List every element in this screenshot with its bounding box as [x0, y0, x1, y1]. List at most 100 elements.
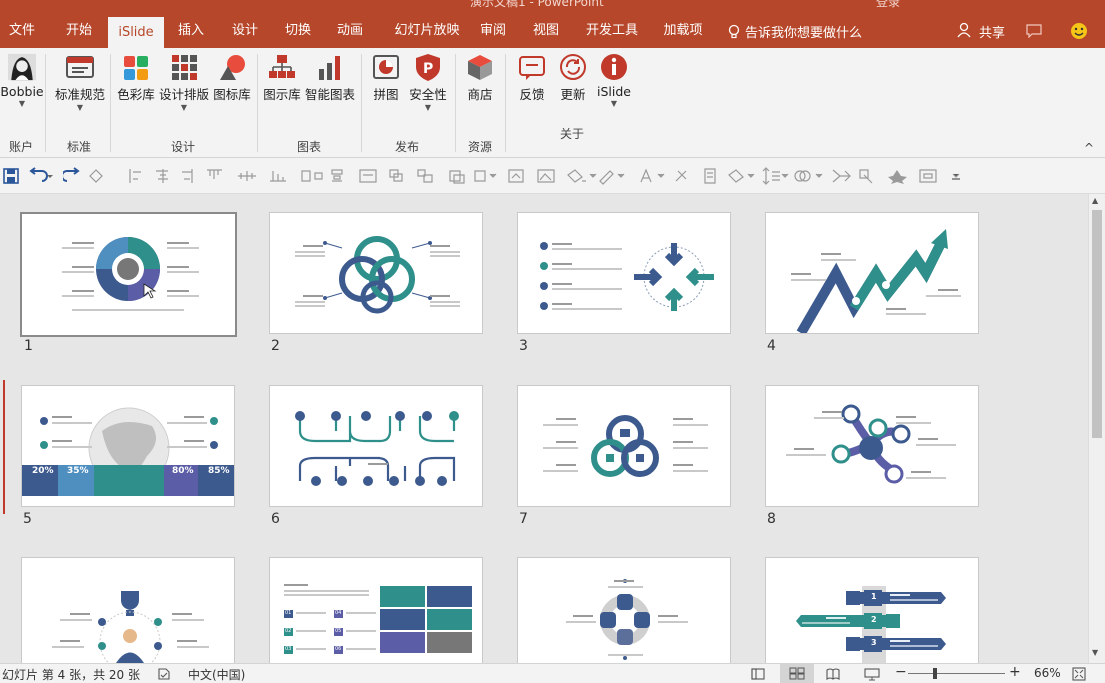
feedback-label: 反馈	[519, 87, 545, 102]
slide-sorter-view-active[interactable]	[780, 664, 814, 683]
store-label: 商店	[467, 87, 493, 102]
puzzle-label: 拼图	[373, 87, 399, 102]
refresh-icon	[560, 54, 586, 80]
ribbon-tabs: 文件 开始 iSlide 插入 设计 切换 动画 幻灯片放映 审阅 视图 开发工…	[0, 10, 1105, 48]
step-number: 3	[871, 638, 877, 647]
security-button[interactable]: P 安全性 ▼	[408, 52, 448, 113]
standard-spec-button[interactable]: 标准规范 ▼	[52, 52, 108, 113]
info-icon	[601, 54, 627, 80]
svg-text:P: P	[423, 61, 433, 77]
redo-icon[interactable]	[63, 167, 81, 185]
avatar-icon	[8, 53, 36, 81]
zoom-slider-track[interactable]	[908, 673, 1005, 674]
login-link[interactable]: 登录	[876, 0, 900, 10]
stat-percent: 35%	[67, 466, 89, 476]
zoom-slider-thumb[interactable]	[933, 668, 937, 679]
stat-percent: 85%	[208, 466, 230, 476]
slide-thumbnail[interactable]: 20% 35% 80% 85%	[21, 385, 235, 507]
account-label: Bobbie	[0, 84, 44, 99]
zoom-level[interactable]: 66%	[1034, 666, 1061, 680]
group-standard: 标准	[66, 140, 91, 154]
icon-library-label: 图标库	[213, 87, 251, 102]
ribbon-panel: Bobbie ▼ 账户 标准规范 ▼ 标准 色彩库 设计排版 ▼ 图标库 设计 …	[0, 48, 1105, 158]
slide-sorter: 1 2 3 4 20% 35% 80% 85% 5 6 7 8 01 04 02…	[0, 194, 1088, 663]
item-number: 04	[335, 610, 342, 616]
slide-thumbnail[interactable]: 1 2 3	[765, 557, 979, 663]
tab-islide[interactable]: iSlide	[108, 17, 164, 48]
feedback-button[interactable]: 反馈	[514, 52, 550, 103]
zoom-in-button[interactable]: +	[1009, 664, 1021, 680]
slide-thumbnail[interactable]	[21, 557, 235, 663]
window-title: 演示文稿1 - PowerPoint	[470, 0, 604, 9]
item-number: 02	[285, 628, 292, 634]
slide-number: 2	[271, 338, 280, 354]
slide-thumbnail[interactable]	[269, 385, 483, 507]
group-chart: 图表	[296, 140, 321, 154]
tab-animations[interactable]: 动画	[327, 10, 373, 48]
smiley-feedback-icon[interactable]	[1070, 22, 1088, 40]
scroll-up-icon[interactable]: ▲	[1092, 196, 1098, 205]
slide-thumbnail[interactable]	[765, 385, 979, 507]
group-about: 关于	[559, 127, 584, 141]
slide-thumbnail[interactable]	[517, 212, 731, 334]
slideshow-view-icon[interactable]	[864, 667, 880, 681]
tab-review[interactable]: 审阅	[470, 10, 516, 48]
tab-slideshow[interactable]: 幻灯片放映	[384, 10, 470, 48]
design-layout-button[interactable]: 设计排版 ▼	[158, 52, 210, 113]
tab-design[interactable]: 设计	[222, 10, 268, 48]
org-chart-icon	[269, 55, 295, 78]
tab-home[interactable]: 开始	[56, 10, 102, 48]
chevron-down-icon: ▼	[180, 103, 188, 112]
tab-file[interactable]: 文件	[0, 10, 44, 48]
comment-icon[interactable]	[1026, 24, 1042, 38]
scroll-down-icon[interactable]: ▼	[1092, 648, 1098, 657]
color-library-label: 色彩库	[117, 87, 155, 102]
slide-thumbnail[interactable]: 01 04 02 05 03 06	[269, 557, 483, 663]
layout-grid-icon	[172, 55, 197, 80]
account-button[interactable]: Bobbie ▼	[0, 52, 44, 109]
tab-developer[interactable]: 开发工具	[580, 10, 644, 48]
tab-addins[interactable]: 加载项	[655, 10, 711, 48]
puzzle-button[interactable]: 拼图	[368, 52, 404, 103]
tab-view[interactable]: 视图	[523, 10, 569, 48]
tab-transitions[interactable]: 切换	[275, 10, 321, 48]
vertical-scrollbar[interactable]: ▲ ▼	[1088, 194, 1105, 663]
color-library-button[interactable]: 色彩库	[116, 52, 156, 103]
collapse-ribbon-icon[interactable]: ^	[1084, 141, 1094, 155]
proofing-icon[interactable]	[157, 667, 171, 681]
slide-2-graphic	[323, 236, 432, 314]
item-number: 01	[285, 610, 292, 616]
undo-icon[interactable]	[28, 167, 54, 185]
chevron-down-icon: ▼	[76, 103, 84, 112]
fit-to-window-icon[interactable]	[1072, 667, 1086, 681]
tell-me-search[interactable]: 告诉我你想要做什么	[745, 22, 862, 41]
item-number: 03	[285, 646, 292, 652]
chevron-down-icon: ▼	[610, 99, 618, 108]
align-tools-icon[interactable]	[88, 167, 1088, 185]
icon-library-icon	[220, 55, 245, 80]
language-status[interactable]: 中文(中国)	[188, 666, 245, 683]
reading-view-icon[interactable]	[826, 667, 840, 681]
group-separator	[110, 54, 111, 152]
slide-number: 7	[519, 511, 528, 527]
zoom-out-button[interactable]: −	[895, 664, 907, 680]
slide-number: 6	[271, 511, 280, 527]
slide-thumbnail[interactable]	[517, 385, 731, 507]
share-button[interactable]: 共享	[979, 22, 1005, 41]
normal-view-icon[interactable]	[751, 667, 765, 681]
diagram-library-button[interactable]: 图示库	[262, 52, 302, 103]
tab-insert[interactable]: 插入	[168, 10, 214, 48]
save-icon[interactable]	[2, 167, 20, 185]
about-islide-button[interactable]: iSlide ▼	[596, 52, 632, 109]
slide-thumbnail[interactable]	[517, 557, 731, 663]
store-button[interactable]: 商店	[462, 52, 498, 103]
group-separator	[45, 54, 46, 152]
update-button[interactable]: 更新	[555, 52, 591, 103]
slide-thumbnail[interactable]	[269, 212, 483, 334]
scroll-thumb[interactable]	[1092, 210, 1102, 438]
smart-chart-button[interactable]: 智能图表	[304, 52, 356, 103]
slide-thumbnail[interactable]	[20, 212, 237, 337]
icon-library-button[interactable]: 图标库	[212, 52, 252, 103]
slide-thumbnail[interactable]	[765, 212, 979, 334]
update-label: 更新	[560, 87, 586, 102]
